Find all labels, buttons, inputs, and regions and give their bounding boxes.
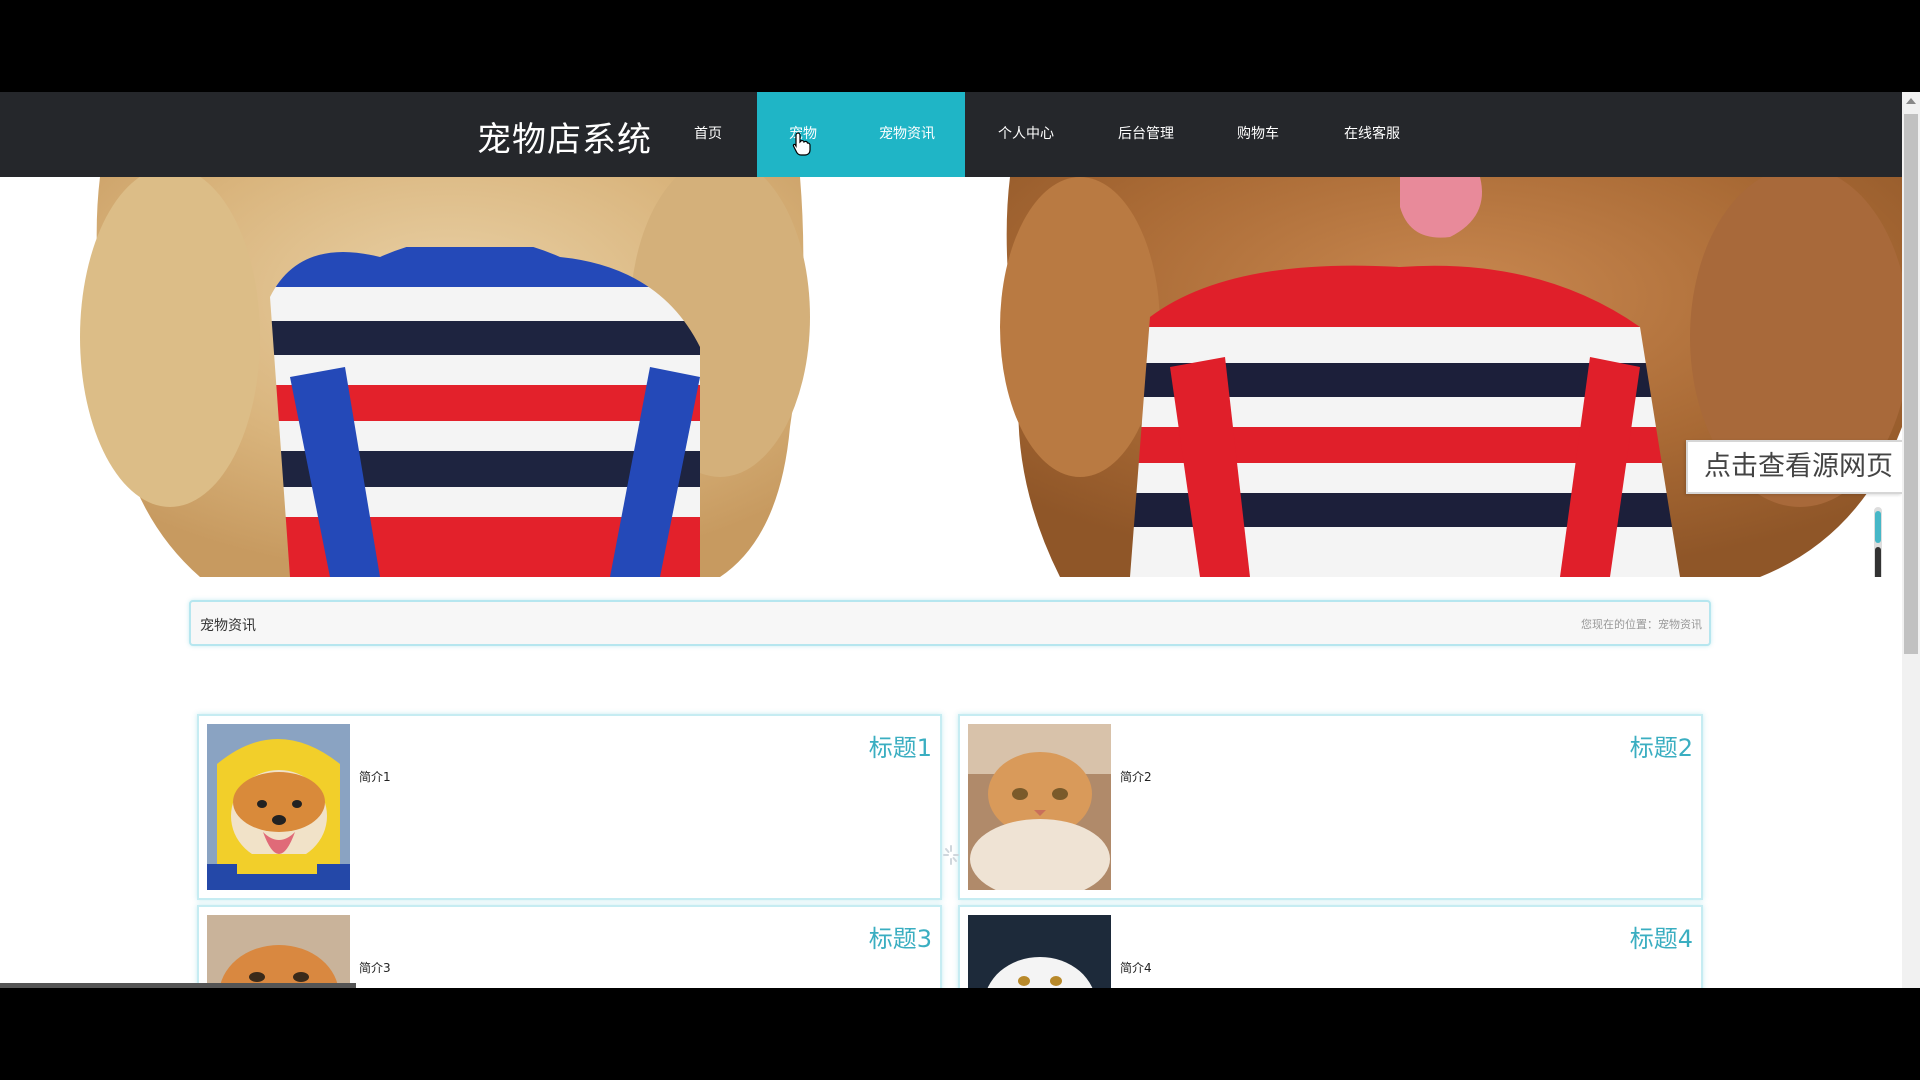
breadcrumb: 宠物资讯 您现在的位置：宠物资讯 [189, 600, 1711, 646]
news-intro: 简介3 [359, 961, 391, 975]
poodle-banner-image [0, 177, 1902, 577]
breadcrumb-title: 宠物资讯 [200, 618, 256, 634]
news-intro: 简介4 [1120, 961, 1152, 975]
nav-item-admin[interactable]: 后台管理 [1106, 92, 1186, 177]
news-title[interactable]: 标题4 [1630, 919, 1693, 954]
top-navbar: 宠物店系统 首页 宠物 宠物资讯 个人中心 后台管理 购物车 在线客服 [0, 92, 1902, 177]
news-thumbnail[interactable] [207, 915, 350, 988]
hand-cursor-icon [792, 132, 811, 156]
breadcrumb-location: 您现在的位置：宠物资讯 [1581, 618, 1702, 631]
view-source-tab[interactable]: 点击查看源网页 [1686, 440, 1902, 494]
loading-spinner-icon [943, 845, 959, 865]
news-thumbnail[interactable] [207, 724, 350, 890]
news-card[interactable]: 标题1 简介1 [197, 714, 942, 900]
white-persian-cat-image [968, 915, 1111, 988]
orange-cat-image [207, 915, 350, 988]
news-title[interactable]: 标题3 [869, 919, 932, 954]
nav-item-home[interactable]: 首页 [672, 92, 744, 177]
vertical-scrollbar[interactable] [1902, 92, 1920, 988]
news-title[interactable]: 标题2 [1630, 728, 1693, 763]
news-card[interactable]: 标题4 简介4 [958, 905, 1703, 988]
browser-viewport: 宠物店系统 首页 宠物 宠物资讯 个人中心 后台管理 购物车 在线客服 点击查看… [0, 92, 1920, 988]
horizontal-progress-bar [0, 983, 356, 988]
hero-banner: 点击查看源网页 [0, 177, 1902, 577]
news-intro: 简介1 [359, 770, 391, 784]
news-title[interactable]: 标题1 [869, 728, 932, 763]
banner-scroll-indicator [1874, 507, 1882, 577]
news-thumbnail[interactable] [968, 724, 1111, 890]
news-card[interactable]: 标题3 简介3 [197, 905, 942, 988]
news-thumbnail[interactable] [968, 915, 1111, 988]
site-brand[interactable]: 宠物店系统 [477, 112, 652, 161]
scrollbar-thumb[interactable] [1904, 114, 1918, 654]
nav-item-support[interactable]: 在线客服 [1332, 92, 1412, 177]
nav-item-pet-news[interactable]: 宠物资讯 [849, 92, 965, 177]
nav-item-cart[interactable]: 购物车 [1222, 92, 1294, 177]
news-card[interactable]: 标题2 简介2 [958, 714, 1703, 900]
shiba-dog-image [207, 724, 350, 890]
scroll-up-icon[interactable] [1906, 98, 1916, 104]
nav-item-profile[interactable]: 个人中心 [986, 92, 1066, 177]
scottish-fold-cat-image [968, 724, 1111, 890]
news-intro: 简介2 [1120, 770, 1152, 784]
